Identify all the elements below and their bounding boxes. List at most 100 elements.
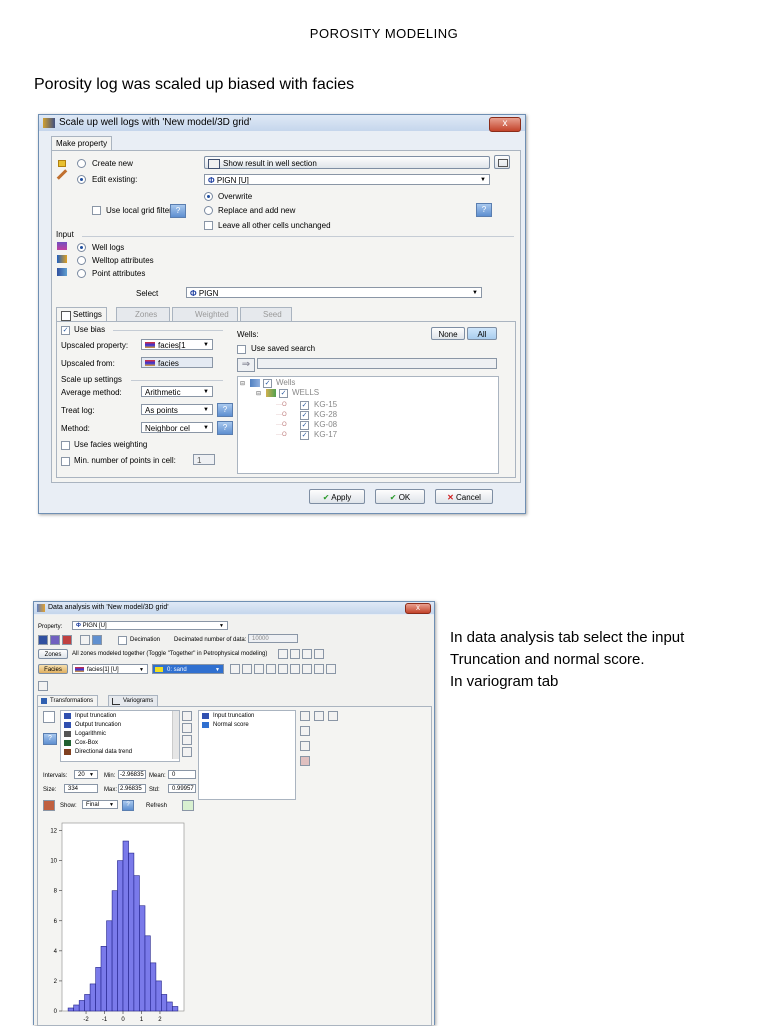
tab-weighted[interactable]: Weighted (172, 307, 238, 321)
tab-make-property[interactable]: Make property (51, 136, 113, 150)
move-right-icon[interactable] (182, 711, 192, 721)
grid-filter-help-icon[interactable]: ? (170, 204, 186, 218)
transform-item[interactable]: Directional data trend (75, 748, 132, 756)
percent-icon[interactable] (43, 800, 55, 811)
new-icon[interactable] (43, 711, 55, 723)
tab-zones[interactable]: Zones (116, 307, 170, 321)
tree-expand-icon[interactable]: ⊟ (256, 390, 261, 398)
tab-seed[interactable]: Seed (240, 307, 292, 321)
record-icon[interactable] (328, 711, 338, 721)
histogram-icon[interactable] (50, 635, 60, 645)
move-down-icon[interactable] (300, 726, 310, 736)
facies-tool-icon[interactable] (290, 664, 300, 674)
transform-item[interactable]: Output truncation (75, 721, 121, 729)
refresh-icon[interactable] (182, 800, 194, 811)
local-grid-filter-checkbox[interactable] (92, 206, 101, 215)
facies-tool-icon[interactable] (278, 664, 288, 674)
upscaled-from-field[interactable]: facies (141, 357, 213, 368)
grid-icon[interactable] (80, 635, 90, 645)
ok-button[interactable]: ✔ OK (375, 489, 425, 504)
close-button[interactable]: x (489, 117, 521, 132)
saved-search-checkbox[interactable] (237, 345, 246, 354)
upscaled-property-dropdown[interactable]: facies[1 ▼ (141, 339, 213, 350)
arrow-right-icon[interactable]: ⇒ (237, 358, 255, 372)
treat-log-dropdown[interactable]: As points ▼ (141, 404, 213, 415)
saved-search-input[interactable] (257, 358, 497, 369)
show-help-icon[interactable]: ? (122, 800, 134, 811)
tab-variograms[interactable]: Variograms (108, 695, 159, 706)
well-section-options-button[interactable] (494, 155, 510, 169)
zone-tool-icon[interactable] (290, 649, 300, 659)
cancel-button[interactable]: ✕ Cancel (435, 489, 493, 504)
welltop-radio[interactable] (77, 256, 86, 265)
wells-folder-checkbox[interactable]: ✓ (279, 389, 288, 398)
link-icon[interactable] (92, 635, 102, 645)
wells-root-checkbox[interactable]: ✓ (263, 379, 272, 388)
function-icon[interactable] (38, 681, 48, 691)
settings-icon[interactable] (314, 711, 324, 721)
decimation-checkbox[interactable] (118, 636, 127, 645)
facies-dropdown[interactable]: facies[1] [U] ▼ (72, 664, 148, 674)
previous-icon[interactable] (242, 664, 252, 674)
facies-tool-icon[interactable] (326, 664, 336, 674)
zone-tool-icon[interactable] (314, 649, 324, 659)
decimated-input[interactable]: 10000 (248, 634, 298, 643)
facies-tool-icon[interactable] (302, 664, 312, 674)
none-button[interactable]: None (431, 327, 465, 340)
zone-tool-icon[interactable] (278, 649, 288, 659)
replace-add-new-radio[interactable] (204, 206, 213, 215)
well-checkbox[interactable]: ✓ (300, 431, 309, 440)
zone-tool-icon[interactable] (302, 649, 312, 659)
applied-item[interactable]: Normal score (213, 721, 249, 729)
zones-button[interactable]: Zones (38, 649, 68, 659)
transform-help-icon[interactable]: ? (43, 733, 57, 745)
next-icon[interactable] (254, 664, 264, 674)
show-dropdown[interactable]: Final ▼ (82, 800, 118, 809)
select-dropdown[interactable]: Φ PIGN ▼ (186, 287, 482, 298)
overwrite-radio[interactable] (204, 192, 213, 201)
tab-transformations[interactable]: Transformations (37, 695, 99, 706)
tree-expand-icon[interactable]: ⊟ (240, 380, 245, 388)
move-right-icon[interactable] (182, 747, 192, 757)
scrollbar[interactable] (172, 711, 179, 759)
close-button[interactable]: x (405, 603, 431, 614)
facies-code-dropdown[interactable]: 0: sand ▼ (152, 664, 224, 674)
treat-log-help-icon[interactable]: ? (217, 403, 233, 417)
leave-unchanged-checkbox[interactable] (204, 221, 213, 230)
tab-settings[interactable]: Settings (56, 307, 107, 321)
well-checkbox[interactable]: ✓ (300, 421, 309, 430)
transform-tool-icon[interactable] (300, 741, 310, 751)
move-right-icon[interactable] (182, 723, 192, 733)
use-bias-checkbox[interactable]: ✓ (61, 326, 70, 335)
create-new-radio[interactable] (77, 159, 86, 168)
average-method-dropdown[interactable]: Arithmetic ▼ (141, 386, 213, 397)
edit-existing-radio[interactable] (77, 175, 86, 184)
well-checkbox[interactable]: ✓ (300, 401, 309, 410)
intervals-dropdown[interactable]: 20 ▼ (74, 770, 98, 779)
method-help-icon[interactable]: ? (217, 421, 233, 435)
min-points-checkbox[interactable] (61, 457, 70, 466)
apply-button[interactable]: ✔ Apply (309, 489, 365, 504)
show-result-button[interactable]: Show result in well section (204, 156, 490, 169)
method-dropdown[interactable]: Neighbor cel ▼ (141, 422, 213, 433)
facies-weighting-checkbox[interactable] (61, 441, 70, 450)
move-up-icon[interactable] (300, 711, 310, 721)
transform-item[interactable]: Cox-Box (75, 739, 98, 747)
min-points-input[interactable]: 1 (193, 454, 215, 465)
delete-icon[interactable] (300, 756, 310, 766)
first-icon[interactable] (230, 664, 240, 674)
replace-help-icon[interactable]: ? (476, 203, 492, 217)
facies-button[interactable]: Facies (38, 664, 68, 674)
property-dropdown[interactable]: Φ PIGN [U] ▼ (72, 621, 228, 630)
stats-icon[interactable] (38, 635, 48, 645)
transform-item[interactable]: Logarithmic (75, 730, 106, 738)
edit-existing-dropdown[interactable]: Φ PIGN [U] ▼ (204, 174, 490, 185)
facies-tool-icon[interactable] (314, 664, 324, 674)
transform-item[interactable]: Input truncation (75, 712, 116, 720)
well-checkbox[interactable]: ✓ (300, 411, 309, 420)
point-attributes-radio[interactable] (77, 269, 86, 278)
well-logs-radio[interactable] (77, 243, 86, 252)
move-right-icon[interactable] (182, 735, 192, 745)
all-button[interactable]: All (467, 327, 497, 340)
applied-item[interactable]: Input truncation (213, 712, 254, 720)
